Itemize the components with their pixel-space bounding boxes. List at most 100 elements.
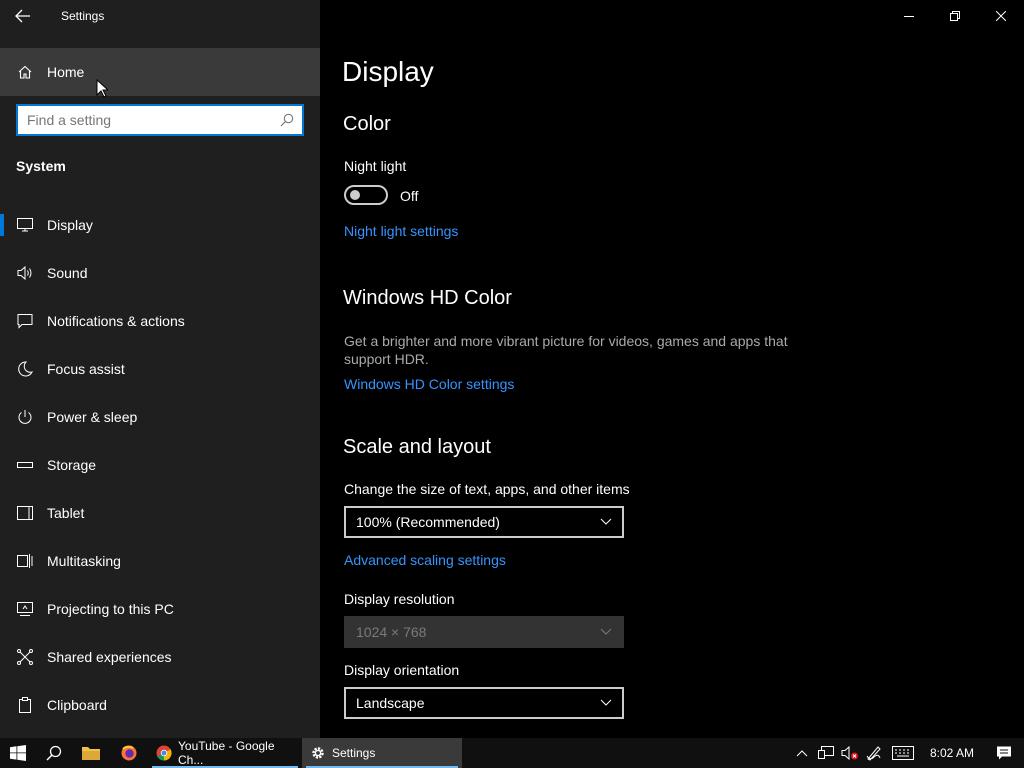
firefox-button[interactable] xyxy=(110,738,148,768)
taskbar-app-label: Settings xyxy=(332,746,376,760)
touch-keyboard-button[interactable] xyxy=(886,738,920,768)
sidebar-item-storage[interactable]: Storage xyxy=(0,441,320,489)
search-icon[interactable] xyxy=(272,113,302,127)
sidebar-item-label: Clipboard xyxy=(47,697,107,713)
mouse-cursor-icon xyxy=(96,79,108,98)
home-button[interactable]: Home xyxy=(0,48,320,98)
minimize-button[interactable] xyxy=(886,0,932,32)
hdr-description: Get a brighter and more vibrant picture … xyxy=(344,333,788,367)
multitasking-icon xyxy=(16,552,34,570)
volume-button[interactable] xyxy=(838,738,862,768)
toggle-knob xyxy=(350,190,360,200)
action-center-button[interactable] xyxy=(984,738,1024,768)
notification-icon xyxy=(16,312,34,330)
resolution-label: Display resolution xyxy=(344,591,455,607)
network-button[interactable] xyxy=(814,738,838,768)
chrome-icon xyxy=(156,745,172,761)
advanced-scaling-link[interactable]: Advanced scaling settings xyxy=(344,552,506,568)
sidebar-item-label: Tablet xyxy=(47,505,85,521)
sidebar-item-label: Display xyxy=(47,217,93,233)
window-controls xyxy=(886,0,1024,32)
speaker-icon xyxy=(16,264,34,282)
pen-icon xyxy=(866,746,881,761)
night-light-state: Off xyxy=(400,188,419,204)
night-light-settings-link[interactable]: Night light settings xyxy=(344,223,458,239)
window-title: Settings xyxy=(61,9,105,23)
moon-icon xyxy=(16,360,34,378)
night-light-toggle[interactable] xyxy=(344,185,388,205)
home-icon xyxy=(17,64,33,80)
orientation-label: Display orientation xyxy=(344,662,460,678)
minimize-icon xyxy=(904,16,914,17)
folder-icon xyxy=(82,747,100,760)
home-label: Home xyxy=(47,64,85,80)
orientation-dropdown[interactable]: Landscape xyxy=(344,687,624,719)
chevron-up-icon xyxy=(796,750,808,757)
search-input[interactable] xyxy=(18,106,272,134)
clipboard-icon xyxy=(16,696,34,714)
start-button[interactable] xyxy=(0,738,36,768)
action-center-icon xyxy=(997,746,1011,760)
taskbar-app-settings[interactable]: Settings xyxy=(302,738,462,768)
sidebar-item-sound[interactable]: Sound xyxy=(0,249,320,297)
chevron-down-icon xyxy=(600,699,612,706)
sidebar-item-label: Multitasking xyxy=(47,553,121,569)
show-hidden-icons-button[interactable] xyxy=(790,738,814,768)
hdr-heading: Windows HD Color xyxy=(343,287,512,309)
taskbar: YouTube - Google Ch... Settings 8:02 AM xyxy=(0,738,1024,768)
pen-workspace-button[interactable] xyxy=(862,738,886,768)
resolution-value: 1024 × 768 xyxy=(356,624,427,640)
projecting-icon xyxy=(16,600,34,618)
taskbar-app-label: YouTube - Google Ch... xyxy=(178,739,275,767)
sidebar-nav: Display Sound Notifications & actions Fo… xyxy=(0,201,320,729)
sidebar-item-power-sleep[interactable]: Power & sleep xyxy=(0,393,320,441)
taskbar-clock[interactable]: 8:02 AM xyxy=(920,746,984,760)
restore-button[interactable] xyxy=(932,0,978,32)
sidebar-item-label: Shared experiences xyxy=(47,649,172,665)
restore-icon xyxy=(950,11,960,21)
sidebar-item-label: Sound xyxy=(47,265,88,281)
sidebar-item-clipboard[interactable]: Clipboard xyxy=(0,681,320,729)
hdr-settings-link[interactable]: Windows HD Color settings xyxy=(344,376,514,392)
power-icon xyxy=(16,408,34,426)
search-icon xyxy=(46,745,62,761)
tablet-icon xyxy=(16,504,34,522)
chevron-down-icon xyxy=(600,518,612,525)
scale-heading: Scale and layout xyxy=(343,436,491,458)
night-light-label: Night light xyxy=(344,158,407,174)
volume-muted-icon xyxy=(841,746,858,760)
close-icon xyxy=(996,11,1006,21)
sidebar-item-label: Notifications & actions xyxy=(47,313,185,329)
size-label: Change the size of text, apps, and other… xyxy=(344,481,630,497)
sidebar-item-shared-experiences[interactable]: Shared experiences xyxy=(0,633,320,681)
windows-logo-icon xyxy=(10,745,26,761)
section-title: System xyxy=(16,158,66,174)
back-arrow-icon xyxy=(15,9,30,23)
scale-dropdown[interactable]: 100% (Recommended) xyxy=(344,506,624,538)
back-button[interactable] xyxy=(0,0,46,32)
resolution-dropdown: 1024 × 768 xyxy=(344,616,624,648)
monitor-icon xyxy=(16,216,34,234)
sidebar-item-notifications[interactable]: Notifications & actions xyxy=(0,297,320,345)
taskbar-app-chrome[interactable]: YouTube - Google Ch... xyxy=(148,738,302,768)
sidebar-item-label: Storage xyxy=(47,457,97,473)
taskbar-search-button[interactable] xyxy=(36,738,72,768)
shared-icon xyxy=(16,648,34,666)
display-settings-page: Display Color Night light Off Night ligh… xyxy=(320,0,1024,738)
orientation-value: Landscape xyxy=(356,695,425,711)
sidebar-item-label: Power & sleep xyxy=(47,409,138,425)
search-box[interactable] xyxy=(16,104,304,136)
sidebar-item-focus-assist[interactable]: Focus assist xyxy=(0,345,320,393)
sidebar-item-multitasking[interactable]: Multitasking xyxy=(0,537,320,585)
close-button[interactable] xyxy=(978,0,1024,32)
sidebar-item-display[interactable]: Display xyxy=(0,201,320,249)
color-heading: Color xyxy=(343,113,391,135)
sidebar-item-tablet[interactable]: Tablet xyxy=(0,489,320,537)
page-title: Display xyxy=(342,56,434,87)
file-explorer-button[interactable] xyxy=(72,738,110,768)
sidebar-item-label: Focus assist xyxy=(47,361,125,377)
gear-icon xyxy=(310,745,326,761)
sidebar-item-label: Projecting to this PC xyxy=(47,601,174,617)
keyboard-icon xyxy=(891,746,914,760)
sidebar-item-projecting[interactable]: Projecting to this PC xyxy=(0,585,320,633)
